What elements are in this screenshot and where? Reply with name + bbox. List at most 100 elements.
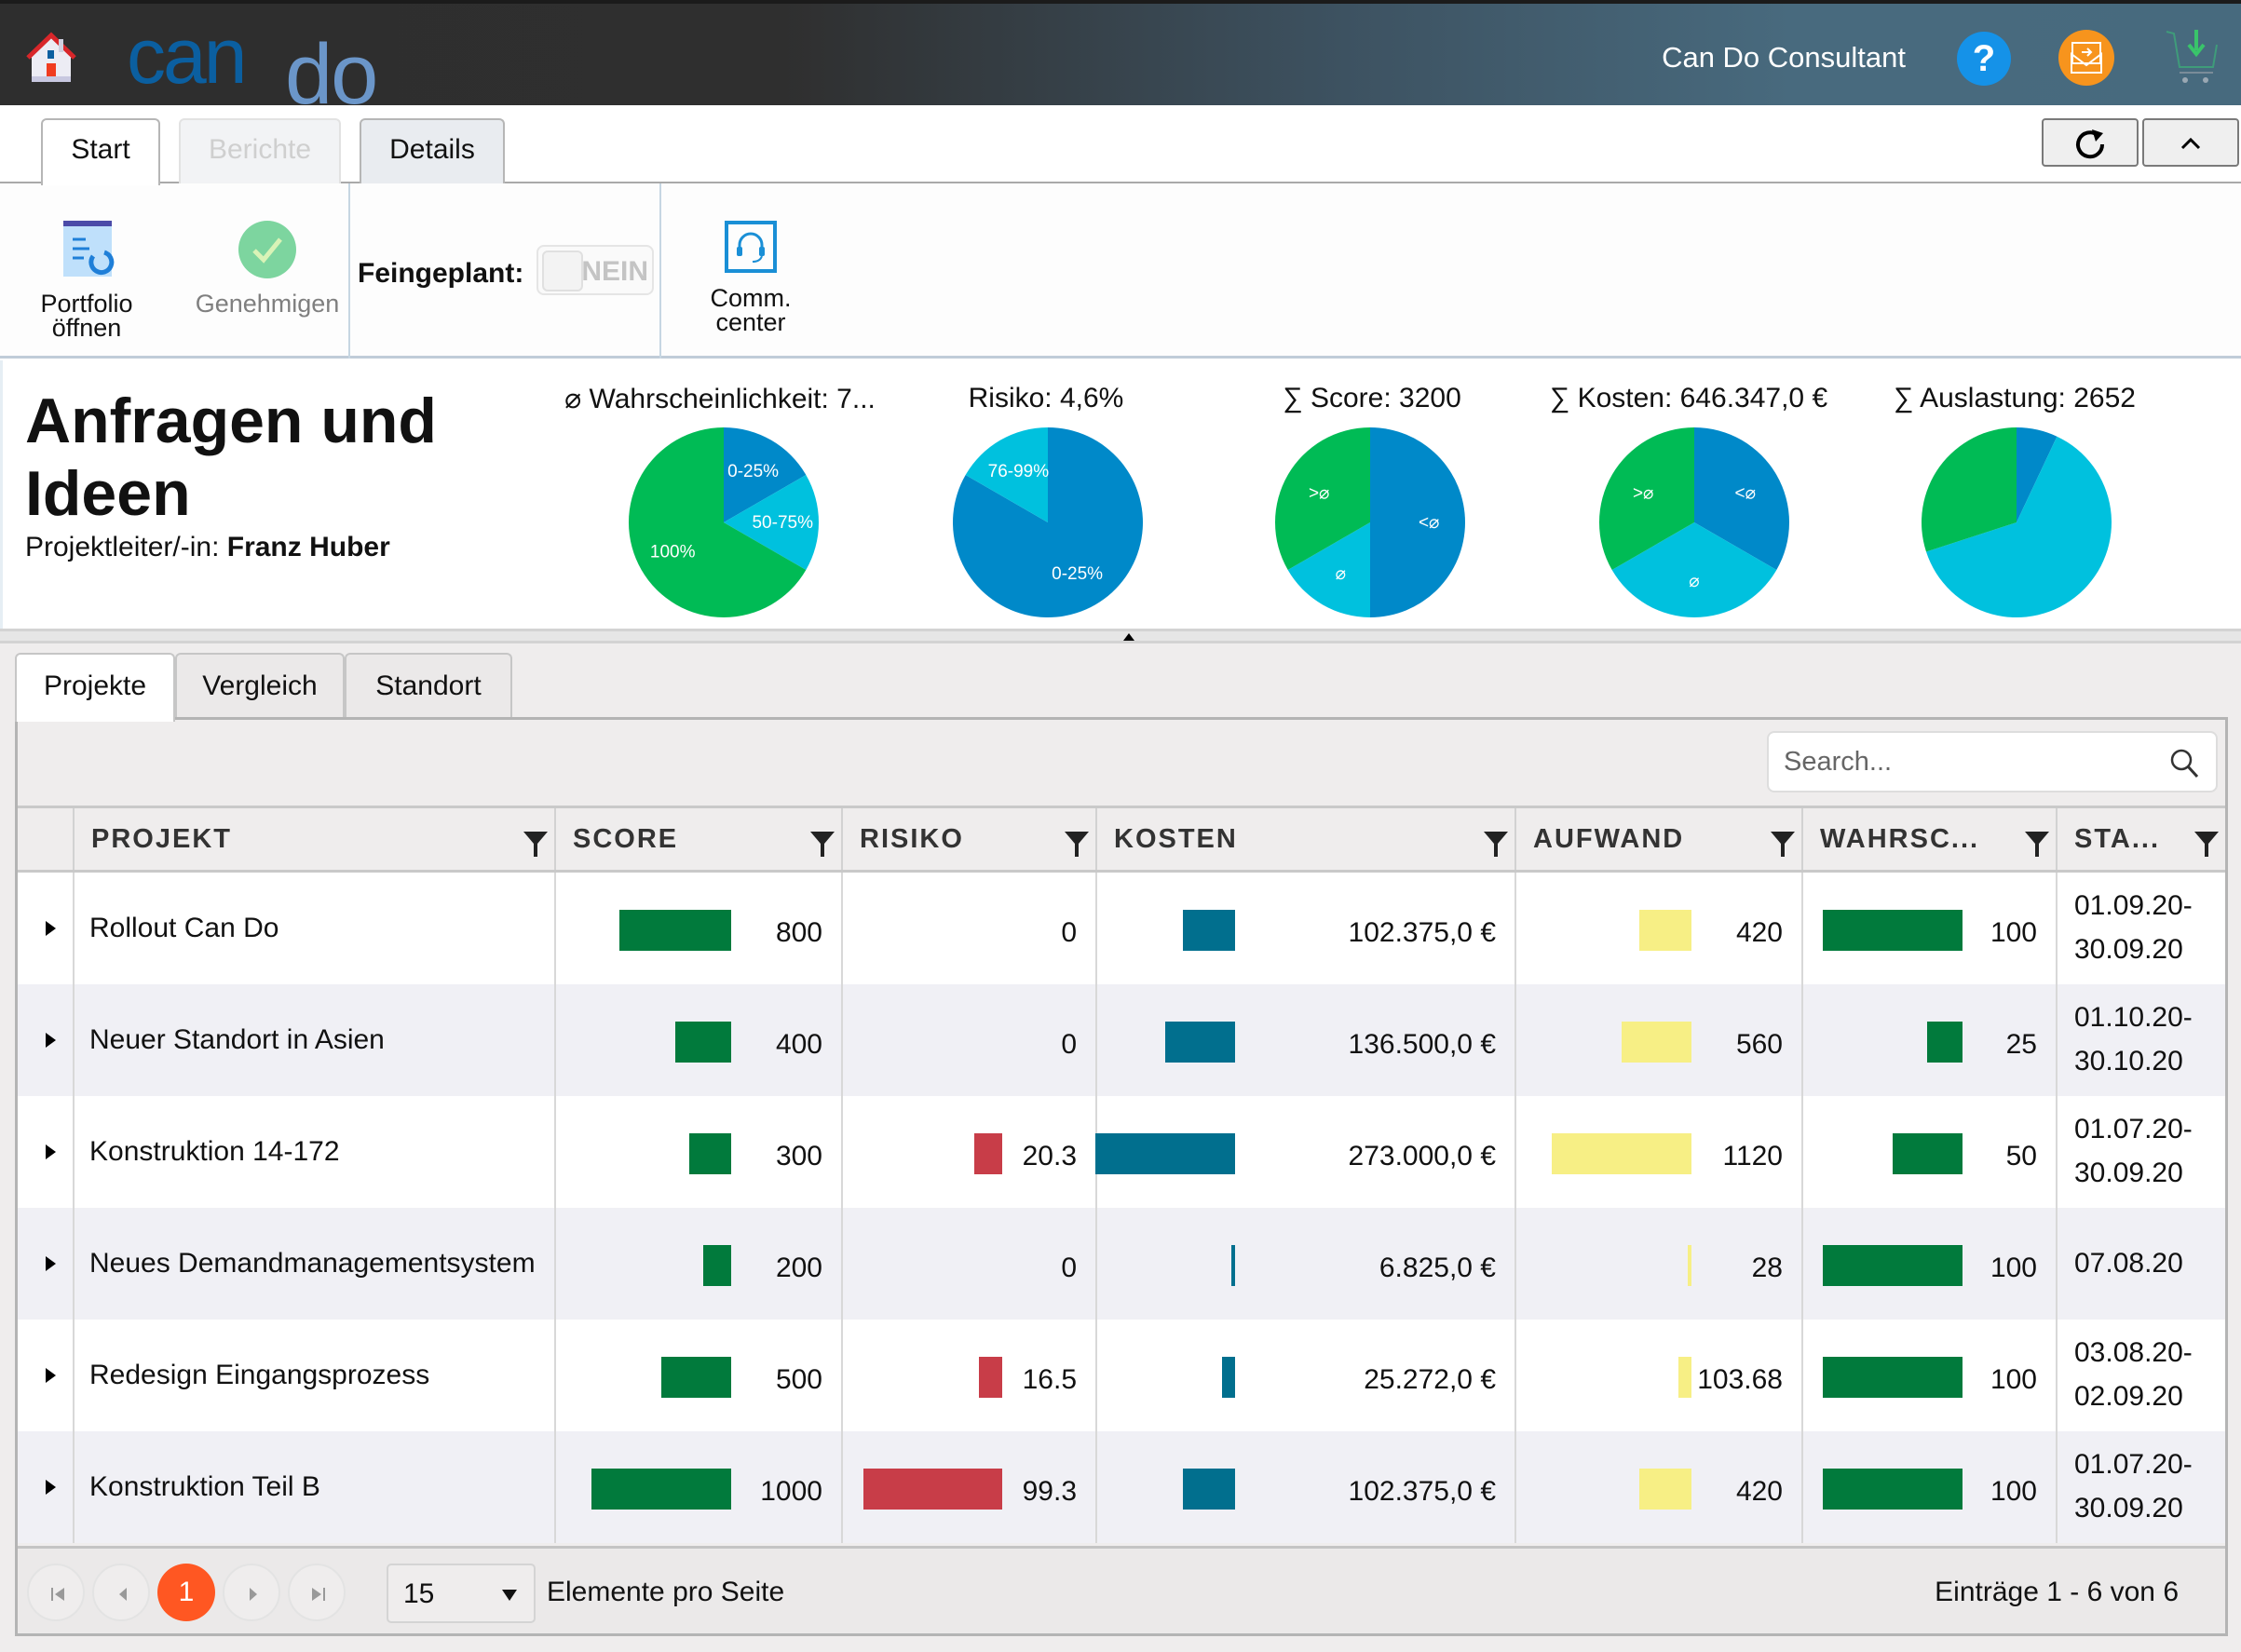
score-value: 400 [775,1029,822,1060]
cost-bar [1165,1022,1235,1063]
search-input[interactable] [1784,744,2156,779]
tab-start[interactable]: Start [41,118,160,185]
previous-page-button[interactable] [92,1564,150,1621]
header-score-label: SCORE [573,824,679,854]
table-row[interactable]: Konstruktion 14-172 300 20.3 273.000,0 € 112… [18,1096,2225,1208]
expand-row-icon[interactable] [46,1033,56,1048]
refresh-button[interactable] [2042,118,2139,167]
table-row[interactable]: Neues Demandmanagementsystem 200 0 6.825,0 … [18,1208,2225,1320]
approve-button: Genehmigen [190,219,345,318]
portfolio-open-button[interactable]: Portfolio öffnen [34,219,140,341]
pie-risk[interactable]: 0-25% 76-99% [953,427,1143,617]
expand-row-icon[interactable] [46,1256,56,1271]
header-status[interactable]: STA... [2056,808,2225,870]
header-projekt[interactable]: PROJEKT [73,808,554,870]
cell-projekt[interactable]: Redesign Eingangsprozess [73,1320,554,1431]
expand-row-icon[interactable] [46,921,56,936]
tab-projekte[interactable]: Projekte [15,653,175,722]
score-value: 300 [775,1141,822,1171]
table-row[interactable]: Rollout Can Do 800 0 102.375,0 € 420 100 01.09… [18,873,2225,984]
project-name[interactable]: Konstruktion 14-172 [89,1096,536,1208]
score-bar [703,1245,731,1286]
search-box[interactable] [1767,731,2218,792]
pie-utilization[interactable] [1922,427,2112,617]
tab-details[interactable]: Details [360,118,505,183]
cell-risk: 16.5 [841,1320,1095,1431]
tab-standort[interactable]: Standort [345,653,512,718]
cell-risk: 20.3 [841,1096,1095,1208]
home-icon[interactable] [24,32,78,86]
cell-prob: 25 [1801,984,2056,1096]
end-date: 02.09.20 [2074,1381,2183,1412]
user-name[interactable]: Can Do Consultant [1662,41,1906,74]
tab-vergleich[interactable]: Vergleich [175,653,345,718]
search-icon[interactable] [2167,746,2203,781]
feingeplant-toggle[interactable]: NEIN [536,245,654,295]
effort-bar [1688,1245,1691,1286]
expand-row-icon[interactable] [46,1144,56,1159]
pie-score[interactable]: <⌀ ⌀ >⌀ [1275,427,1465,617]
inbox-icon[interactable] [2058,30,2114,86]
risk-bar [979,1357,1002,1398]
filter-icon[interactable] [2193,829,2220,859]
pager: 1 15 Elemente pro Seite Einträge 1 - 6 v… [18,1546,2225,1633]
expand-row-icon[interactable] [46,1368,56,1383]
cell-projekt[interactable]: Neuer Standort in Asien [73,984,554,1096]
filter-icon[interactable] [809,829,835,859]
cell-score: 500 [554,1320,841,1431]
header-wahrscheinlichkeit[interactable]: WAHRSC... [1801,808,2056,870]
cell-risk: 0 [841,984,1095,1096]
chevron-up-icon [2180,137,2201,150]
filter-icon[interactable] [1483,829,1509,859]
cell-projekt[interactable]: Neues Demandmanagementsystem [73,1208,554,1320]
date-range: 01.09.20- 30.09.20 [2074,884,2193,971]
first-page-icon [51,1588,64,1601]
cell-projekt[interactable]: Konstruktion Teil B [73,1431,554,1543]
filter-icon[interactable] [1064,829,1090,859]
summary-panel: Anfragen und Ideen Projektleiter/-in: Fr… [0,360,2241,629]
date-range: 03.08.20- 02.09.20 [2074,1331,2193,1418]
comm-center-button[interactable]: Comm. center [699,219,803,336]
expand-row-icon[interactable] [46,1480,56,1495]
cell-effort: 28 [1514,1208,1801,1320]
pie-probability[interactable]: 0-25% 50-75% 100% [629,427,819,617]
page-size-select[interactable]: 15 [387,1564,536,1623]
header-score[interactable]: SCORE [554,808,841,870]
collapse-caret-icon[interactable] [1123,633,1134,641]
pie-cost[interactable]: <⌀ ⌀ >⌀ [1599,427,1789,617]
help-icon[interactable]: ? [1957,32,2011,86]
comm-center-label-2: center [715,308,786,336]
collapse-ribbon-button[interactable] [2142,118,2239,167]
page-title: Anfragen und Ideen [25,385,472,530]
toolbar: Portfolio öffnen Genehmigen Feingeplant:… [0,183,2241,359]
cart-download-icon[interactable] [2163,24,2221,89]
project-name[interactable]: Redesign Eingangsprozess [89,1320,536,1431]
header-status-label: STA... [2074,824,2161,854]
project-name[interactable]: Rollout Can Do [89,873,536,984]
cell-projekt[interactable]: Konstruktion 14-172 [73,1096,554,1208]
header-aufwand[interactable]: AUFWAND [1514,808,1801,870]
current-page-button[interactable]: 1 [157,1564,215,1621]
table-row[interactable]: Neuer Standort in Asien 400 0 136.500,0 € 56… [18,984,2225,1096]
cell-score: 1000 [554,1431,841,1543]
approve-label: Genehmigen [195,290,340,318]
header-kosten[interactable]: KOSTEN [1095,808,1514,870]
table-row[interactable]: Konstruktion Teil B 1000 99.3 102.375,0 € 42… [18,1431,2225,1543]
portfolio-open-label-1: Portfolio [40,290,133,318]
project-name[interactable]: Neuer Standort in Asien [89,984,536,1096]
header-risiko[interactable]: RISIKO [841,808,1095,870]
toggle-value: NEIN [581,256,648,287]
panel-splitter[interactable] [0,629,2241,643]
first-page-button[interactable] [27,1564,85,1621]
table-row[interactable]: Redesign Eingangsprozess 500 16.5 25.272,0 … [18,1320,2225,1431]
end-date: 30.10.20 [2074,1046,2183,1077]
filter-icon[interactable] [1770,829,1796,859]
previous-page-icon [119,1588,127,1601]
last-page-button[interactable] [288,1564,346,1621]
filter-icon[interactable] [523,829,549,859]
project-name[interactable]: Konstruktion Teil B [89,1431,536,1543]
cell-projekt[interactable]: Rollout Can Do [73,873,554,984]
project-name[interactable]: Neues Demandmanagementsystem [89,1208,536,1320]
next-page-button[interactable] [223,1564,280,1621]
filter-icon[interactable] [2024,829,2050,859]
